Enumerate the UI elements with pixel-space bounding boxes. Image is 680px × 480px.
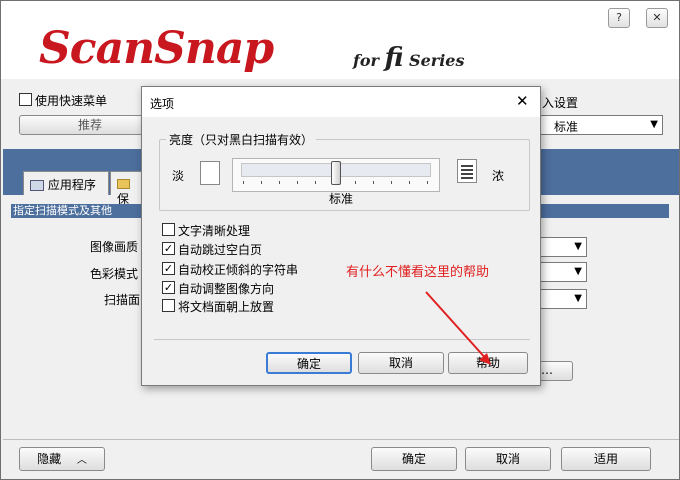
annotation-arrow-line <box>425 291 489 362</box>
annotation-arrow-head <box>479 353 491 365</box>
annotation-arrow <box>425 291 491 365</box>
